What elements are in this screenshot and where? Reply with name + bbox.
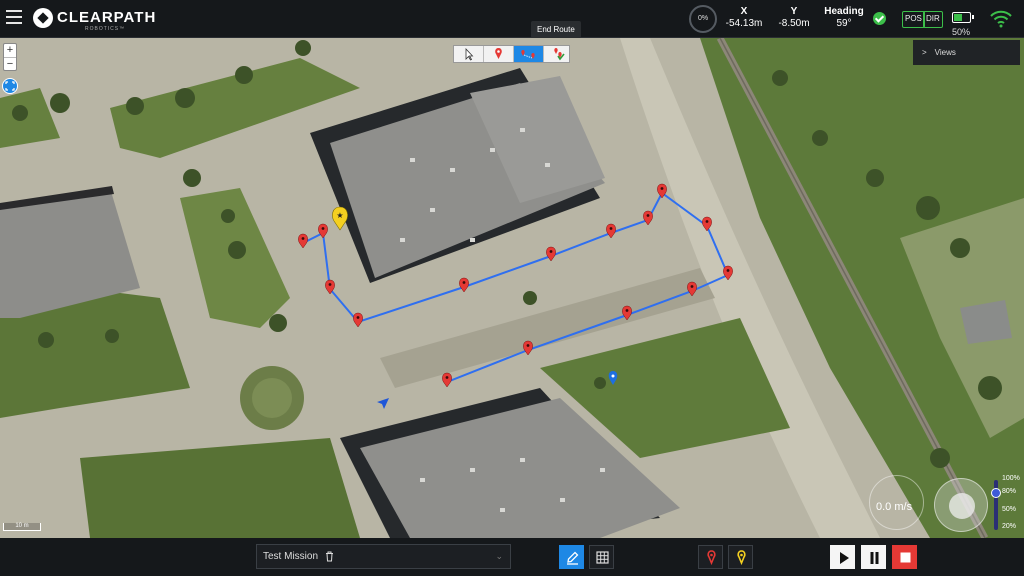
bottom-bar: Test Mission ⌄ [0,538,1024,576]
route-overlay: ★ [298,183,733,409]
speed-limit-thumb[interactable] [991,488,1001,498]
speed-limit-slider[interactable] [991,480,1001,530]
grid-view-button[interactable] [589,545,614,569]
map-scale: 10 m [3,523,41,531]
battery-percent: 50% [952,27,971,37]
pause-icon [870,552,879,564]
speed-tick-100: 100% [1002,475,1020,482]
waypoint-marker-icon[interactable] [353,312,363,328]
waypoint-marker-icon[interactable] [546,246,556,262]
end-route-tooltip: End Route [531,21,581,38]
waypoint-marker-icon[interactable] [606,223,616,239]
zoom-in-button[interactable]: + [4,44,16,57]
zoom-out-button[interactable]: − [4,57,16,70]
views-panel-toggle[interactable]: > Views [913,40,1020,65]
waypoint-marker-icon[interactable] [298,233,308,249]
add-start-point-button[interactable] [728,545,753,569]
wifi-icon [990,10,1012,28]
speed-tick-50: 50% [1002,506,1017,513]
target-marker-icon[interactable] [608,371,618,385]
tool-waypoint[interactable] [484,46,514,62]
tool-draw-route[interactable] [514,46,544,62]
tool-end-route[interactable] [544,46,573,62]
route-path [302,191,730,383]
play-button[interactable] [830,545,855,569]
speed-tick-80: 80% [1002,488,1017,495]
speed-tick-20: 20% [1002,523,1017,530]
menu-icon[interactable] [6,10,22,24]
battery-icon [952,12,974,23]
expand-icon [5,81,15,91]
waypoint-marker-icon[interactable] [622,305,632,321]
fit-view-button[interactable] [2,78,18,94]
waypoint-marker-icon[interactable] [523,340,533,356]
map-view[interactable]: ★ + − > Views 10 m 0.0 m/s 100% 80% 50% … [0,38,1024,538]
stop-button[interactable] [892,545,917,569]
zoom-control: + − [3,43,17,71]
waypoint-marker-icon[interactable] [687,281,697,297]
waypoint-marker-icon[interactable] [318,223,328,239]
y-label: Y [790,6,798,17]
mission-progress: 0% [689,5,717,33]
joystick-knob[interactable] [949,493,975,519]
chevron-right-icon: > [922,48,927,57]
edit-mission-button[interactable] [559,545,584,569]
waypoint-marker-icon[interactable] [723,265,733,281]
end-route-icon [554,48,565,61]
y-readout: Y -8.50m [775,6,813,29]
play-icon [840,552,849,564]
battery-level [954,14,962,21]
mission-name: Test Mission [263,551,319,562]
trash-icon[interactable] [325,551,334,562]
joystick[interactable] [934,478,988,532]
waypoint-marker-icon[interactable] [459,277,469,293]
grid-icon [596,551,609,564]
waypoint-marker-icon[interactable] [643,210,653,226]
x-value: -54.13m [725,18,763,29]
mission-select[interactable]: Test Mission ⌄ [256,544,511,569]
robot-position-icon [377,398,389,409]
y-value: -8.50m [778,18,810,29]
x-readout: X -54.13m [725,6,763,29]
add-waypoint-button[interactable] [698,545,723,569]
start-marker-icon[interactable]: ★ [332,206,348,231]
waypoint-marker-icon[interactable] [702,216,712,232]
select-pointer-icon [465,47,474,61]
logo-text: CLEARPATH [57,9,157,26]
views-label: Views [934,48,956,57]
heading-label: Heading [824,6,864,17]
x-label: X [740,6,748,17]
pos-chip[interactable]: POS [902,11,925,28]
chevron-down-icon: ⌄ [495,551,503,561]
route-toolbar [453,45,570,63]
heading-readout: Heading 59° [821,6,867,29]
place-waypoint-icon [495,48,502,59]
logo-mark-icon [33,8,53,28]
draw-route-icon [521,50,535,59]
top-bar: CLEARPATH ROBOTICS™ 0% X -54.13m Y -8.50… [0,0,1024,38]
waypoint-red-icon [707,550,716,566]
heading-value: 59° [836,18,852,29]
pause-button[interactable] [861,545,886,569]
svg-text:★: ★ [336,211,343,220]
logo-subtitle: ROBOTICS™ [85,26,126,32]
dir-chip[interactable]: DIR [923,11,943,28]
tool-select[interactable] [454,46,484,62]
waypoint-yellow-icon [737,550,746,566]
waypoint-marker-icon[interactable] [442,372,452,388]
edit-icon [567,551,579,565]
speed-readout: 0.0 m/s [876,501,913,513]
app-window: CLEARPATH ROBOTICS™ 0% X -54.13m Y -8.50… [0,0,1024,576]
status-ok-icon [873,12,886,25]
stop-icon [900,552,911,563]
